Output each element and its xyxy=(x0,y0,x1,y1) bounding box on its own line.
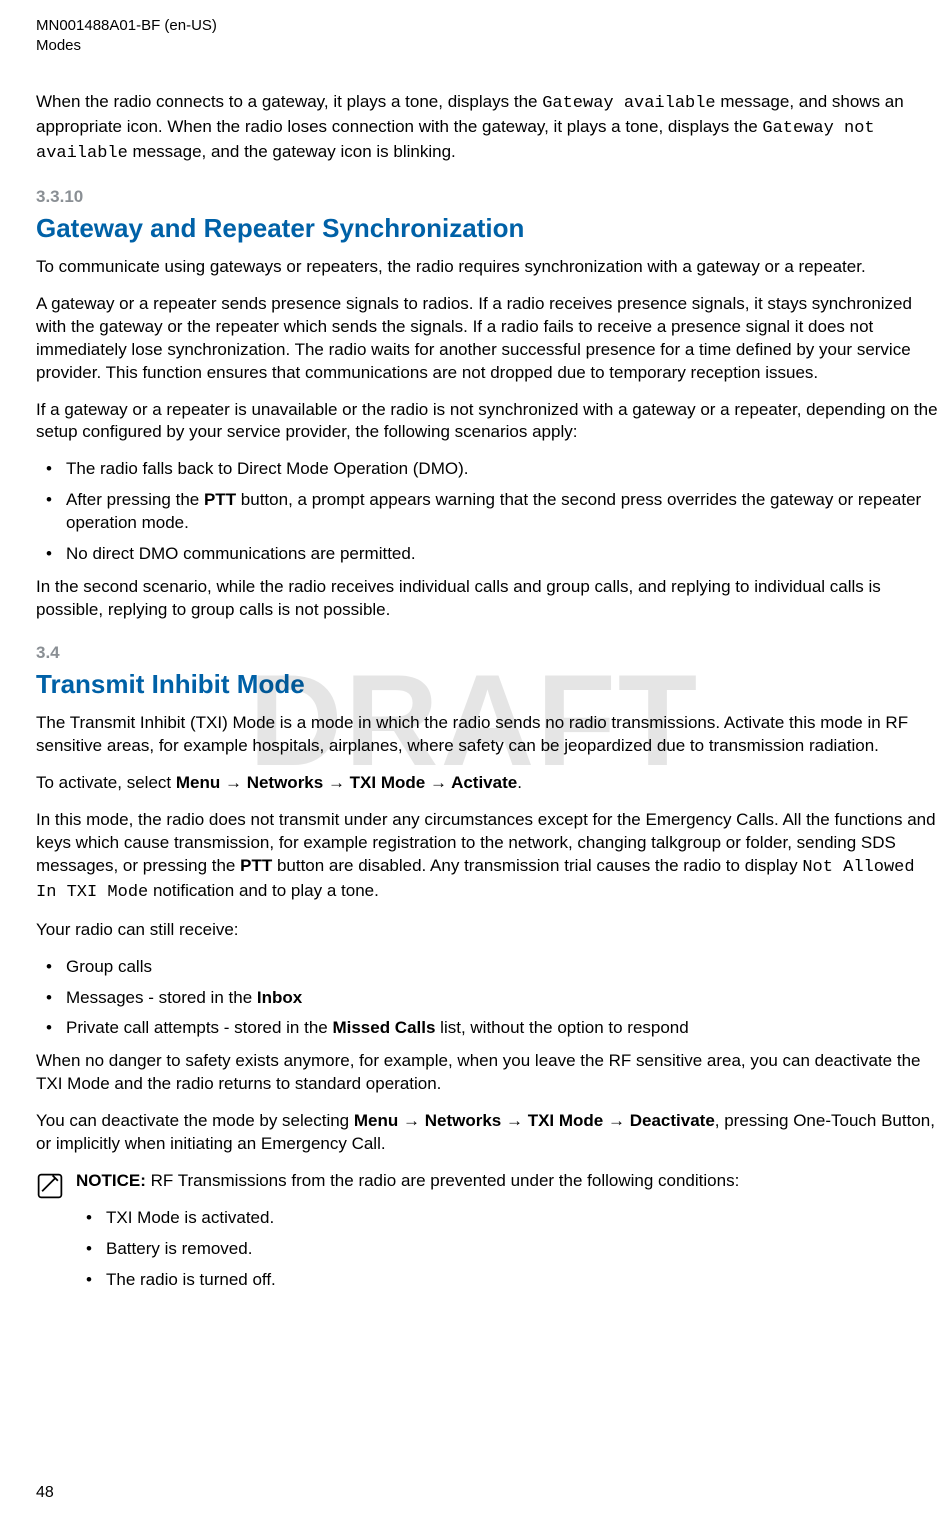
section-number-3310: 3.3.10 xyxy=(36,186,940,209)
bullet-text-b: list, without the option to respond xyxy=(435,1018,688,1037)
bullet-text: Battery is removed. xyxy=(106,1239,252,1258)
sec3310-p4: In the second scenario, while the radio … xyxy=(36,576,940,622)
notice-block: NOTICE: RF Transmissions from the radio … xyxy=(36,1170,940,1302)
ptt-label: PTT xyxy=(204,490,236,509)
sec34-p3: Your radio can still receive: xyxy=(36,919,940,942)
section-number-34: 3.4 xyxy=(36,642,940,665)
list-item: Messages - stored in the Inbox xyxy=(36,987,940,1010)
nav-networks: Networks xyxy=(247,773,324,792)
list-item: No direct DMO communications are permitt… xyxy=(36,543,940,566)
bullet-text: No direct DMO communications are permitt… xyxy=(66,544,416,563)
nav-menu: Menu xyxy=(354,1111,398,1130)
notice-bullets: TXI Mode is activated. Battery is remove… xyxy=(76,1207,940,1292)
sec34-p5: You can deactivate the mode by selecting… xyxy=(36,1110,940,1156)
list-item: Battery is removed. xyxy=(76,1238,940,1261)
page: DRAFT MN001488A01-BF (en-US) Modes When … xyxy=(0,0,948,1528)
bullet-text: Group calls xyxy=(66,957,152,976)
sec34-receive-bullets: Group calls Messages - stored in the Inb… xyxy=(36,956,940,1041)
notice-line: NOTICE: RF Transmissions from the radio … xyxy=(76,1170,940,1193)
intro-text-c: message, and the gateway icon is blinkin… xyxy=(128,142,456,161)
sec34-p5a: You can deactivate the mode by selecting xyxy=(36,1111,354,1130)
bullet-text: The radio falls back to Direct Mode Oper… xyxy=(66,459,468,478)
notice-icon xyxy=(36,1170,64,1302)
nav-deactivate: Deactivate xyxy=(630,1111,715,1130)
sec3310-p2: A gateway or a repeater sends presence s… xyxy=(36,293,940,385)
sec34-p2b: button are disabled. Any transmission tr… xyxy=(272,856,802,875)
ptt-label: PTT xyxy=(240,856,272,875)
list-item: The radio falls back to Direct Mode Oper… xyxy=(36,458,940,481)
page-header: MN001488A01-BF (en-US) Modes xyxy=(0,16,948,55)
sec3310-p3: If a gateway or a repeater is unavailabl… xyxy=(36,399,940,445)
nav-txi: TXI Mode xyxy=(528,1111,604,1130)
nav-arrow: → xyxy=(398,1111,424,1130)
bullet-text: TXI Mode is activated. xyxy=(106,1208,274,1227)
list-item: After pressing the PTT button, a prompt … xyxy=(36,489,940,535)
bullet-text: The radio is turned off. xyxy=(106,1270,276,1289)
notice-body: NOTICE: RF Transmissions from the radio … xyxy=(76,1170,940,1302)
list-item: The radio is turned off. xyxy=(76,1269,940,1292)
sec3310-bullets: The radio falls back to Direct Mode Oper… xyxy=(36,458,940,566)
list-item: Group calls xyxy=(36,956,940,979)
nav-menu: Menu xyxy=(176,773,220,792)
notice-label: NOTICE: xyxy=(76,1171,146,1190)
period: . xyxy=(517,773,522,792)
missed-calls-label: Missed Calls xyxy=(332,1018,435,1037)
intro-text-a: When the radio connects to a gateway, it… xyxy=(36,92,542,111)
nav-arrow: → xyxy=(425,773,451,792)
activate-prefix: To activate, select xyxy=(36,773,176,792)
notice-text: RF Transmissions from the radio are prev… xyxy=(146,1171,739,1190)
section-heading-3310: Gateway and Repeater Synchronization xyxy=(36,211,940,246)
doc-number: MN001488A01-BF (en-US) xyxy=(36,16,940,36)
sec34-p4: When no danger to safety exists anymore,… xyxy=(36,1050,940,1096)
nav-arrow: → xyxy=(220,773,246,792)
page-content: When the radio connects to a gateway, it… xyxy=(0,91,948,1302)
nav-arrow: → xyxy=(323,773,349,792)
nav-arrow: → xyxy=(603,1111,629,1130)
sec34-activate: To activate, select Menu → Networks → TX… xyxy=(36,772,940,795)
nav-activate: Activate xyxy=(451,773,517,792)
list-item: TXI Mode is activated. xyxy=(76,1207,940,1230)
bullet-text-a: Messages - stored in the xyxy=(66,988,257,1007)
chapter-name: Modes xyxy=(36,36,940,56)
intro-code-1: Gateway available xyxy=(542,94,715,113)
list-item: Private call attempts - stored in the Mi… xyxy=(36,1017,940,1040)
sec34-p1: The Transmit Inhibit (TXI) Mode is a mod… xyxy=(36,712,940,758)
bullet-text-a: Private call attempts - stored in the xyxy=(66,1018,332,1037)
nav-networks: Networks xyxy=(425,1111,502,1130)
nav-txi: TXI Mode xyxy=(350,773,426,792)
bullet-text-a: After pressing the xyxy=(66,490,204,509)
sec34-p2: In this mode, the radio does not transmi… xyxy=(36,809,940,905)
page-number: 48 xyxy=(36,1484,54,1502)
section-heading-34: Transmit Inhibit Mode xyxy=(36,667,940,702)
nav-arrow: → xyxy=(501,1111,527,1130)
intro-paragraph: When the radio connects to a gateway, it… xyxy=(36,91,940,166)
sec3310-p1: To communicate using gateways or repeate… xyxy=(36,256,940,279)
sec34-p2c: notification and to play a tone. xyxy=(148,881,379,900)
inbox-label: Inbox xyxy=(257,988,302,1007)
